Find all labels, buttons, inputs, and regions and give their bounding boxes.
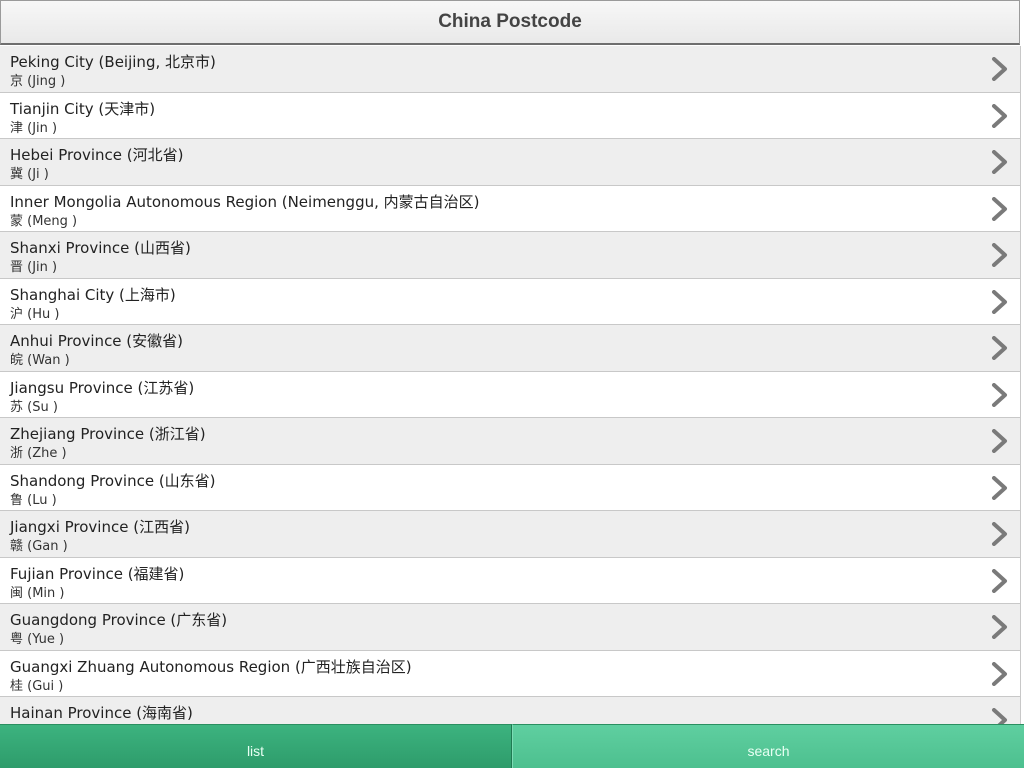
tab-search-label: search — [747, 743, 790, 759]
list-item[interactable]: Shanxi Province (山西省) 晋 (Jin ) — [0, 232, 1021, 279]
page-title: China Postcode — [438, 11, 582, 32]
province-abbreviation: 冀 (Ji ) — [10, 167, 49, 182]
list-item[interactable]: Zhejiang Province (浙江省) 浙 (Zhe ) — [0, 418, 1021, 465]
list-item[interactable]: Guangdong Province (广东省) 粤 (Yue ) — [0, 604, 1021, 651]
list-item[interactable]: Anhui Province (安徽省) 皖 (Wan ) — [0, 325, 1021, 372]
chevron-right-icon — [990, 57, 1008, 81]
chevron-right-icon — [990, 708, 1008, 724]
bottom-tab-bar: list search — [0, 724, 1024, 768]
chevron-right-icon — [990, 103, 1008, 128]
province-abbreviation: 赣 (Gan ) — [10, 539, 68, 554]
list-item[interactable]: Fujian Province (福建省) 闽 (Min ) — [0, 557, 1021, 604]
province-abbreviation: 浙 (Zhe ) — [10, 446, 67, 461]
app-window: China Postcode Peking City (Beijing, 北京市… — [0, 0, 1024, 768]
province-name: Hebei Province (河北省) — [10, 146, 184, 164]
province-name: Peking City (Beijing, 北京市) — [10, 53, 216, 71]
province-name: Fujian Province (福建省) — [10, 564, 185, 583]
tab-search[interactable]: search — [512, 724, 1024, 768]
chevron-right-icon — [990, 615, 1008, 639]
province-name: Zhejiang Province (浙江省) — [10, 425, 206, 443]
chevron-right-icon — [990, 196, 1008, 221]
chevron-right-icon — [990, 568, 1008, 593]
list-item[interactable]: Tianjin City (天津市) 津 (Jin ) — [0, 92, 1021, 139]
province-abbreviation: 鲁 (Lu ) — [10, 492, 57, 508]
list-item[interactable]: Inner Mongolia Autonomous Region (Neimen… — [0, 185, 1021, 232]
province-name: Jiangxi Province (江西省) — [10, 518, 190, 536]
chevron-right-icon — [990, 522, 1008, 546]
header-bar: China Postcode — [0, 0, 1020, 45]
list-item[interactable]: Shandong Province (山东省) 鲁 (Lu ) — [0, 464, 1021, 511]
tab-list[interactable]: list — [0, 724, 512, 768]
chevron-right-icon — [990, 661, 1008, 686]
list-item[interactable]: Shanghai City (上海市) 沪 (Hu ) — [0, 278, 1021, 325]
province-abbreviation: 粤 (Yue ) — [10, 632, 65, 647]
chevron-right-icon — [990, 150, 1008, 174]
province-abbreviation: 桂 (Gui ) — [10, 678, 64, 694]
list-item[interactable]: Peking City (Beijing, 北京市) 京 (Jing ) — [0, 46, 1021, 93]
chevron-right-icon — [990, 336, 1008, 360]
list-item[interactable]: Hebei Province (河北省) 冀 (Ji ) — [0, 139, 1021, 186]
province-abbreviation: 苏 (Su ) — [10, 399, 58, 415]
province-name: Inner Mongolia Autonomous Region (Neimen… — [10, 192, 480, 211]
province-name: Guangdong Province (广东省) — [10, 611, 228, 629]
province-abbreviation: 晋 (Jin ) — [10, 260, 58, 275]
province-abbreviation: 沪 (Hu ) — [10, 306, 60, 322]
province-name: Anhui Province (安徽省) — [10, 332, 184, 350]
province-name: Jiangsu Province (江苏省) — [10, 378, 195, 397]
province-name: Hainan Province (海南省) — [10, 704, 193, 722]
tab-list-label: list — [246, 743, 265, 759]
list-item[interactable]: Hainan Province (海南省)琼 (Qiong ) — [0, 697, 1021, 724]
province-list[interactable]: Peking City (Beijing, 北京市) 京 (Jing ) Tianj… — [0, 46, 1021, 724]
province-name: Shanxi Province (山西省) — [10, 239, 191, 257]
chevron-right-icon — [990, 382, 1008, 407]
list-item[interactable]: Jiangsu Province (江苏省) 苏 (Su ) — [0, 371, 1021, 418]
province-name: Guangxi Zhuang Autonomous Region (广西壮族自治… — [10, 657, 412, 676]
province-abbreviation: 津 (Jin ) — [10, 120, 58, 136]
list-item[interactable]: Guangxi Zhuang Autonomous Region (广西壮族自治… — [0, 650, 1021, 697]
chevron-right-icon — [990, 243, 1008, 267]
province-abbreviation: 皖 (Wan ) — [10, 353, 70, 368]
province-abbreviation: 闽 (Min ) — [10, 585, 65, 601]
province-name: Tianjin City (天津市) — [10, 99, 156, 118]
province-name: Shanghai City (上海市) — [10, 285, 176, 304]
chevron-right-icon — [990, 429, 1008, 453]
chevron-right-icon — [990, 475, 1008, 500]
chevron-right-icon — [990, 289, 1008, 314]
province-abbreviation: 蒙 (Meng ) — [10, 213, 78, 229]
list-item[interactable]: Jiangxi Province (江西省) 赣 (Gan ) — [0, 511, 1021, 558]
province-name: Shandong Province (山东省) — [10, 471, 216, 490]
province-abbreviation: 京 (Jing ) — [10, 74, 66, 89]
